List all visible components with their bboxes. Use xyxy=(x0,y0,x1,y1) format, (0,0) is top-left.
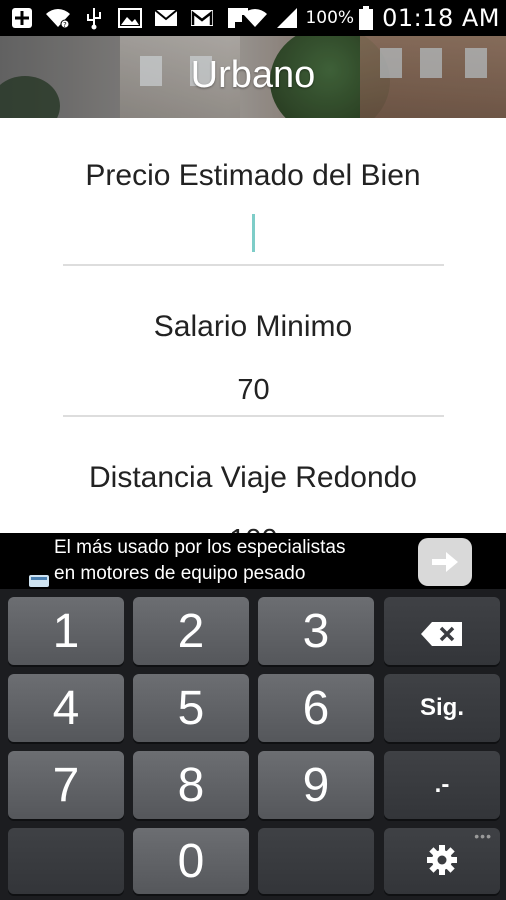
salario-label: Salario Minimo xyxy=(153,310,353,343)
key-9-label: 9 xyxy=(302,758,330,812)
header-banner: Urbano xyxy=(0,36,506,118)
key-6[interactable]: 6 xyxy=(258,674,374,742)
key-3-label: 3 xyxy=(302,604,330,658)
numeric-keyboard: 1 2 3 4 5 6 Sig. 7 8 9 .- 0 ••• xyxy=(0,589,506,900)
dot-dash-key-label: .- xyxy=(434,771,450,798)
key-8[interactable]: 8 xyxy=(133,751,249,819)
key-6-label: 6 xyxy=(302,681,330,735)
next-key[interactable]: Sig. xyxy=(384,674,500,742)
svg-text:?: ? xyxy=(63,21,67,29)
ad-banner[interactable]: El más usado por los especialistas en mo… xyxy=(0,533,506,589)
arrow-right-icon[interactable] xyxy=(418,538,472,586)
key-4-label: 4 xyxy=(52,681,80,735)
key-1[interactable]: 1 xyxy=(8,597,124,665)
notification-icons: ? xyxy=(8,4,252,32)
more-options-dots: ••• xyxy=(474,828,492,844)
key-0-label: 0 xyxy=(177,834,205,888)
gmail-icon xyxy=(188,4,216,32)
blank-key-right[interactable] xyxy=(258,828,374,894)
cell-signal-icon xyxy=(273,4,301,32)
page-title: Urbano xyxy=(190,54,316,96)
email-icon xyxy=(152,4,180,32)
key-5-label: 5 xyxy=(177,681,205,735)
clock: 01:18 AM xyxy=(382,4,500,32)
backspace-key[interactable] xyxy=(384,597,500,665)
ad-text: El más usado por los especialistas en mo… xyxy=(54,535,345,587)
next-key-label: Sig. xyxy=(419,694,464,721)
precio-label: Precio Estimado del Bien xyxy=(85,159,421,192)
salario-input[interactable] xyxy=(63,365,444,417)
status-indicators: 100% 01:18 AM xyxy=(241,0,500,36)
settings-gear-icon xyxy=(425,834,459,889)
key-8-label: 8 xyxy=(177,758,205,812)
key-5[interactable]: 5 xyxy=(133,674,249,742)
key-2-label: 2 xyxy=(177,604,205,658)
key-0[interactable]: 0 xyxy=(133,828,249,894)
key-1-label: 1 xyxy=(52,604,80,658)
calculator-form: Precio Estimado del Bien Salario Minimo … xyxy=(0,118,506,533)
ad-line-1: El más usado por los especialistas xyxy=(54,537,346,558)
key-7[interactable]: 7 xyxy=(8,751,124,819)
settings-key[interactable]: ••• xyxy=(384,828,500,894)
distancia-input[interactable] xyxy=(63,515,444,533)
key-9[interactable]: 9 xyxy=(258,751,374,819)
key-2[interactable]: 2 xyxy=(133,597,249,665)
key-3[interactable]: 3 xyxy=(258,597,374,665)
add-icon xyxy=(8,4,36,32)
ad-info-icon[interactable] xyxy=(28,573,50,587)
backspace-icon xyxy=(420,604,464,659)
wifi-icon: ? xyxy=(44,4,72,32)
key-7-label: 7 xyxy=(52,758,80,812)
key-4[interactable]: 4 xyxy=(8,674,124,742)
text-caret xyxy=(252,214,255,252)
image-icon xyxy=(116,4,144,32)
battery-icon xyxy=(358,4,374,32)
usb-icon xyxy=(80,4,108,32)
status-bar: ? 100% 01:18 AM xyxy=(0,0,506,36)
distancia-label: Distancia Viaje Redondo xyxy=(89,461,417,494)
wifi-signal-icon xyxy=(241,4,269,32)
dot-dash-key[interactable]: .- xyxy=(384,751,500,819)
blank-key-left[interactable] xyxy=(8,828,124,894)
battery-percent: 100% xyxy=(305,8,355,28)
ad-line-2: en motores de equipo pesado xyxy=(54,563,306,584)
